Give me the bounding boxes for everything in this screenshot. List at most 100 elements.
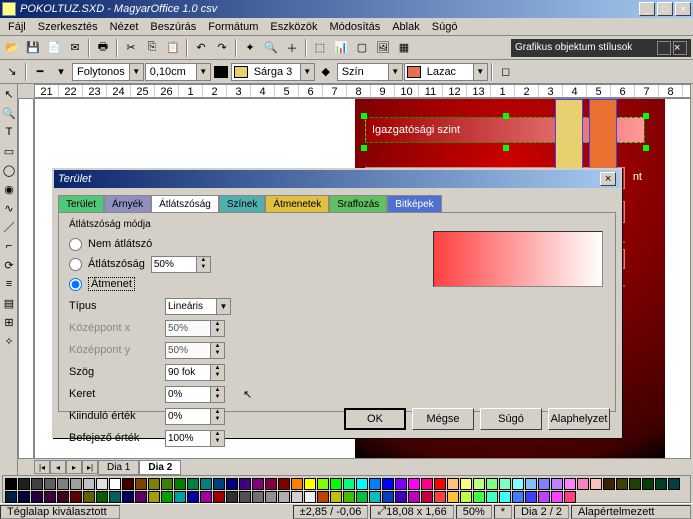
- palette-swatch[interactable]: [109, 478, 121, 490]
- palette-swatch[interactable]: [135, 491, 147, 503]
- mail-icon[interactable]: ✉: [65, 38, 85, 58]
- palette-swatch[interactable]: [499, 478, 511, 490]
- tab-bitmaps[interactable]: Bitképek: [387, 195, 441, 213]
- palette-swatch[interactable]: [460, 491, 472, 503]
- palette-swatch[interactable]: [382, 491, 394, 503]
- palette-swatch[interactable]: [31, 478, 43, 490]
- palette-swatch[interactable]: [564, 478, 576, 490]
- handle[interactable]: [643, 113, 649, 119]
- palette-swatch[interactable]: [57, 478, 69, 490]
- fill-color-combo[interactable]: Lazac▼: [404, 63, 488, 81]
- menu-help[interactable]: Súgó: [426, 19, 464, 35]
- palette-swatch[interactable]: [291, 491, 303, 503]
- palette-swatch[interactable]: [252, 478, 264, 490]
- palette-swatch[interactable]: [83, 491, 95, 503]
- cut-icon[interactable]: ✂: [121, 38, 141, 58]
- slide-tab-2[interactable]: Dia 2: [139, 460, 181, 475]
- close-button[interactable]: ×: [675, 2, 691, 16]
- line-style-combo[interactable]: Folytonos▼: [72, 63, 144, 81]
- palette-swatch[interactable]: [18, 478, 30, 490]
- palette-swatch[interactable]: [31, 491, 43, 503]
- palette-swatch[interactable]: [551, 491, 563, 503]
- select-tool-icon[interactable]: ↖: [1, 85, 17, 103]
- palette-swatch[interactable]: [148, 478, 160, 490]
- radio-none[interactable]: [69, 238, 82, 251]
- reset-button[interactable]: Alaphelyzet: [548, 408, 610, 430]
- palette-swatch[interactable]: [278, 491, 290, 503]
- palette-swatch[interactable]: [616, 478, 628, 490]
- palette-swatch[interactable]: [213, 491, 225, 503]
- menu-file[interactable]: Fájl: [2, 19, 32, 35]
- tab-nav-last[interactable]: ▸|: [82, 460, 98, 474]
- palette-swatch[interactable]: [148, 491, 160, 503]
- palette-swatch[interactable]: [291, 478, 303, 490]
- shadow-icon[interactable]: ◻: [496, 62, 516, 82]
- menu-window[interactable]: Ablak: [386, 19, 426, 35]
- tab-shadow[interactable]: Árnyék: [104, 195, 151, 213]
- ok-button[interactable]: OK: [344, 408, 406, 430]
- redo-icon[interactable]: ↷: [212, 38, 232, 58]
- handle[interactable]: [361, 113, 367, 119]
- slide-icon[interactable]: ▢: [352, 38, 372, 58]
- palette-swatch[interactable]: [603, 478, 615, 490]
- palette-swatch[interactable]: [629, 478, 641, 490]
- palette-swatch[interactable]: [395, 491, 407, 503]
- tab-colors[interactable]: Színek: [219, 195, 266, 213]
- doc-icon[interactable]: 📄: [44, 38, 64, 58]
- start-spinner[interactable]: ▲▼: [165, 408, 225, 425]
- palette-swatch[interactable]: [265, 478, 277, 490]
- palette-swatch[interactable]: [421, 478, 433, 490]
- effects-tool-icon[interactable]: ✧: [1, 332, 17, 350]
- palette-swatch[interactable]: [330, 478, 342, 490]
- cancel-button[interactable]: Mégse: [412, 408, 474, 430]
- group-icon[interactable]: ▦: [394, 38, 414, 58]
- palette-swatch[interactable]: [83, 478, 95, 490]
- palette-swatch[interactable]: [512, 491, 524, 503]
- palette-swatch[interactable]: [135, 478, 147, 490]
- zoom-tool-icon[interactable]: 🔍: [1, 104, 17, 122]
- plus-icon[interactable]: ＋: [282, 38, 302, 58]
- edit-points-icon[interactable]: ↘: [2, 62, 22, 82]
- palette-swatch[interactable]: [226, 478, 238, 490]
- palette-swatch[interactable]: [577, 478, 589, 490]
- palette-swatch[interactable]: [447, 478, 459, 490]
- palette-swatch[interactable]: [434, 478, 446, 490]
- menu-edit[interactable]: Szerkesztés: [32, 19, 104, 35]
- handle[interactable]: [503, 113, 509, 119]
- palette-swatch[interactable]: [590, 478, 602, 490]
- menu-format[interactable]: Formátum: [202, 19, 264, 35]
- palette-swatch[interactable]: [538, 491, 550, 503]
- palette-swatch[interactable]: [252, 491, 264, 503]
- palette-swatch[interactable]: [5, 491, 17, 503]
- palette-swatch[interactable]: [70, 491, 82, 503]
- palette-swatch[interactable]: [317, 491, 329, 503]
- handle[interactable]: [503, 145, 509, 151]
- handle[interactable]: [361, 145, 367, 151]
- help-button[interactable]: Súgó: [480, 408, 542, 430]
- align-tool-icon[interactable]: ≡: [1, 275, 17, 293]
- dialog-titlebar[interactable]: Terület ×: [54, 170, 620, 188]
- palette-swatch[interactable]: [174, 491, 186, 503]
- styles-close-icon[interactable]: ×: [673, 41, 687, 55]
- palette-swatch[interactable]: [408, 491, 420, 503]
- palette-swatch[interactable]: [18, 491, 30, 503]
- palette-swatch[interactable]: [122, 491, 134, 503]
- tab-nav-first[interactable]: |◂: [34, 460, 50, 474]
- palette-swatch[interactable]: [317, 478, 329, 490]
- palette-swatch[interactable]: [460, 478, 472, 490]
- slide-tab-1[interactable]: Dia 1: [98, 460, 139, 475]
- palette-swatch[interactable]: [5, 478, 17, 490]
- dialog-close-icon[interactable]: ×: [600, 172, 616, 186]
- palette-swatch[interactable]: [551, 478, 563, 490]
- type-combo[interactable]: ▼: [165, 298, 231, 315]
- palette-swatch[interactable]: [499, 491, 511, 503]
- palette-swatch[interactable]: [382, 478, 394, 490]
- palette-swatch[interactable]: [161, 478, 173, 490]
- palette-swatch[interactable]: [447, 491, 459, 503]
- minimize-button[interactable]: _: [639, 2, 655, 16]
- palette-swatch[interactable]: [369, 491, 381, 503]
- palette-swatch[interactable]: [44, 491, 56, 503]
- arrow-ends-icon[interactable]: ▾: [51, 62, 71, 82]
- palette-swatch[interactable]: [525, 478, 537, 490]
- tab-nav-next[interactable]: ▸: [66, 460, 82, 474]
